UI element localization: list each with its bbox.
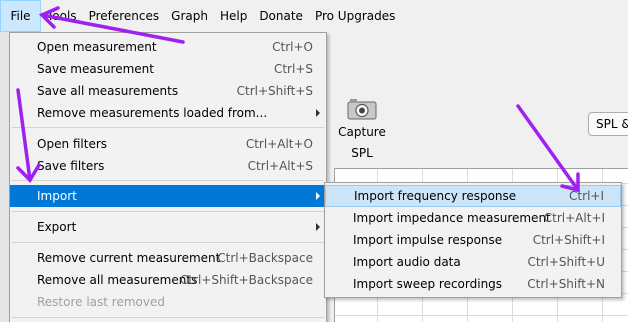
- menu-item-shortcut: Ctrl+Alt+O: [245, 137, 313, 151]
- menu-graph[interactable]: Graph: [165, 0, 214, 32]
- menu-separator: [12, 180, 324, 181]
- menu-separator: [12, 242, 324, 243]
- menu-item-import-frequency-response[interactable]: Import frequency response Ctrl+I: [325, 185, 621, 207]
- menu-item-open-measurement[interactable]: Open measurement Ctrl+O: [10, 36, 326, 58]
- menu-tools-label: Tools: [47, 9, 77, 23]
- menu-item-shortcut: Ctrl+Shift+I: [532, 233, 605, 247]
- camera-icon: [347, 99, 377, 120]
- menu-pro-upgrades-label: Pro Upgrades: [314, 9, 396, 23]
- menu-item-shortcut: Ctrl+I: [569, 189, 604, 203]
- menu-graph-label: Graph: [171, 9, 208, 23]
- menu-item-label: Import frequency response: [354, 189, 517, 203]
- menu-item-label: Save filters: [37, 159, 105, 173]
- menu-tools[interactable]: Tools: [41, 0, 83, 32]
- menu-item-save-measurement[interactable]: Save measurement Ctrl+S: [10, 58, 326, 80]
- menu-bar: File Tools Preferences Graph Help Donate…: [0, 0, 628, 32]
- menu-preferences-label: Preferences: [88, 9, 160, 23]
- menu-pro-upgrades[interactable]: Pro Upgrades: [309, 0, 401, 32]
- menu-item-remove-measurements-loaded-from[interactable]: Remove measurements loaded from...: [10, 102, 326, 124]
- menu-donate[interactable]: Donate: [253, 0, 309, 32]
- menu-item-export[interactable]: Export: [10, 216, 326, 238]
- menu-file[interactable]: File: [0, 0, 41, 32]
- menu-separator: [12, 127, 324, 128]
- menu-item-label: Import sweep recordings: [353, 277, 503, 291]
- menu-item-import-impulse-response[interactable]: Import impulse response Ctrl+Shift+I: [325, 229, 621, 251]
- menu-item-label: Remove measurements loaded from...: [37, 106, 268, 120]
- menu-item-shortcut: Ctrl+Alt+I: [543, 211, 605, 225]
- menu-item-remove-all-measurements[interactable]: Remove all measurements Ctrl+Shift+Backs…: [10, 269, 326, 291]
- menu-help-label: Help: [219, 9, 248, 23]
- menu-item-restore-last-removed: Restore last removed: [10, 291, 326, 313]
- menu-item-label: Import audio data: [353, 255, 461, 269]
- menu-item-label: Import: [37, 189, 77, 203]
- menu-item-label: Save measurement: [37, 62, 154, 76]
- menu-item-save-filters[interactable]: Save filters Ctrl+Alt+S: [10, 155, 326, 177]
- submenu-arrow-icon: [316, 223, 320, 231]
- menu-item-remove-current-measurement[interactable]: Remove current measurement Ctrl+Backspac…: [10, 247, 326, 269]
- menu-item-shortcut: Ctrl+Shift+N: [527, 277, 605, 291]
- menu-item-label: Import impedance measurement: [353, 211, 551, 225]
- file-menu: Open measurement Ctrl+O Save measurement…: [9, 32, 327, 322]
- menu-file-label: File: [10, 9, 31, 23]
- spl-meter-button[interactable]: SPL &: [588, 112, 628, 136]
- menu-donate-label: Donate: [259, 9, 303, 23]
- menu-separator: [12, 211, 324, 212]
- menu-item-label: Export: [37, 220, 77, 234]
- menu-item-label: Save all measurements: [37, 84, 179, 98]
- menu-item-import-impedance-measurement[interactable]: Import impedance measurement Ctrl+Alt+I: [325, 207, 621, 229]
- menu-preferences[interactable]: Preferences: [83, 0, 166, 32]
- menu-item-label: Remove all measurements: [37, 273, 198, 287]
- menu-separator: [12, 317, 324, 318]
- menu-item-shortcut: Ctrl+S: [273, 62, 313, 76]
- menu-item-shortcut: Ctrl+Alt+S: [247, 159, 313, 173]
- menu-item-import-audio-data[interactable]: Import audio data Ctrl+Shift+U: [325, 251, 621, 273]
- menu-item-label: Restore last removed: [37, 295, 165, 309]
- spl-label: SPL: [351, 146, 373, 160]
- menu-item-shortcut: Ctrl+Shift+S: [236, 84, 313, 98]
- menu-item-save-all-measurements[interactable]: Save all measurements Ctrl+Shift+S: [10, 80, 326, 102]
- spl-meter-button-label: SPL &: [596, 117, 628, 131]
- menu-item-shortcut: Ctrl+O: [272, 40, 313, 54]
- menu-item-shortcut: Ctrl+Shift+Backspace: [179, 273, 313, 287]
- menu-item-shortcut: Ctrl+Backspace: [217, 251, 313, 265]
- menu-item-import-sweep-recordings[interactable]: Import sweep recordings Ctrl+Shift+N: [325, 273, 621, 295]
- capture-label: Capture: [338, 125, 386, 139]
- menu-item-label: Open measurement: [37, 40, 157, 54]
- menu-help[interactable]: Help: [214, 0, 253, 32]
- submenu-arrow-icon: [316, 192, 320, 200]
- import-submenu: Import frequency response Ctrl+I Import …: [324, 182, 622, 298]
- menu-item-import[interactable]: Import: [10, 185, 326, 207]
- menu-item-open-filters[interactable]: Open filters Ctrl+Alt+O: [10, 133, 326, 155]
- submenu-arrow-icon: [316, 109, 320, 117]
- menu-item-label: Import impulse response: [353, 233, 503, 247]
- menu-item-shortcut: Ctrl+Shift+U: [527, 255, 605, 269]
- menu-item-label: Remove current measurement: [37, 251, 221, 265]
- capture-button[interactable]: Capture SPL: [332, 98, 392, 170]
- menu-item-label: Open filters: [37, 137, 108, 151]
